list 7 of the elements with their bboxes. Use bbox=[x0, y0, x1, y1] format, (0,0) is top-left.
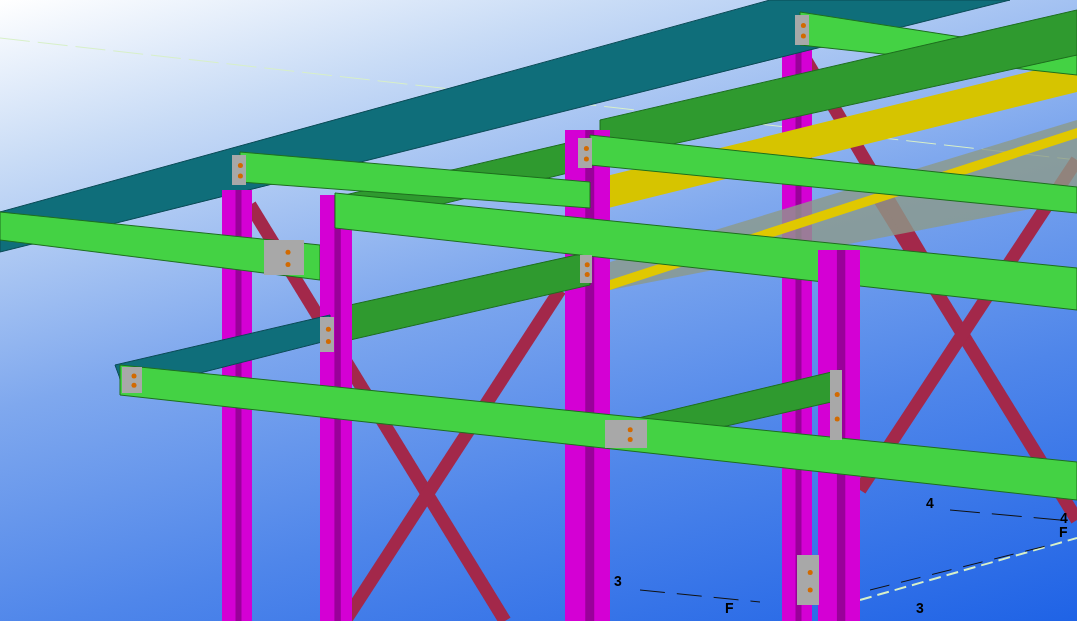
grid-label: F bbox=[1059, 524, 1068, 540]
grid-label: 4 bbox=[1060, 510, 1068, 526]
grid-label: 3 bbox=[614, 573, 622, 589]
model-viewport[interactable]: 4 4 F 3 F 3 bbox=[0, 0, 1077, 621]
grid-label: 4 bbox=[926, 495, 934, 511]
grid-label: 3 bbox=[916, 600, 924, 616]
grid-label: F bbox=[725, 600, 734, 616]
